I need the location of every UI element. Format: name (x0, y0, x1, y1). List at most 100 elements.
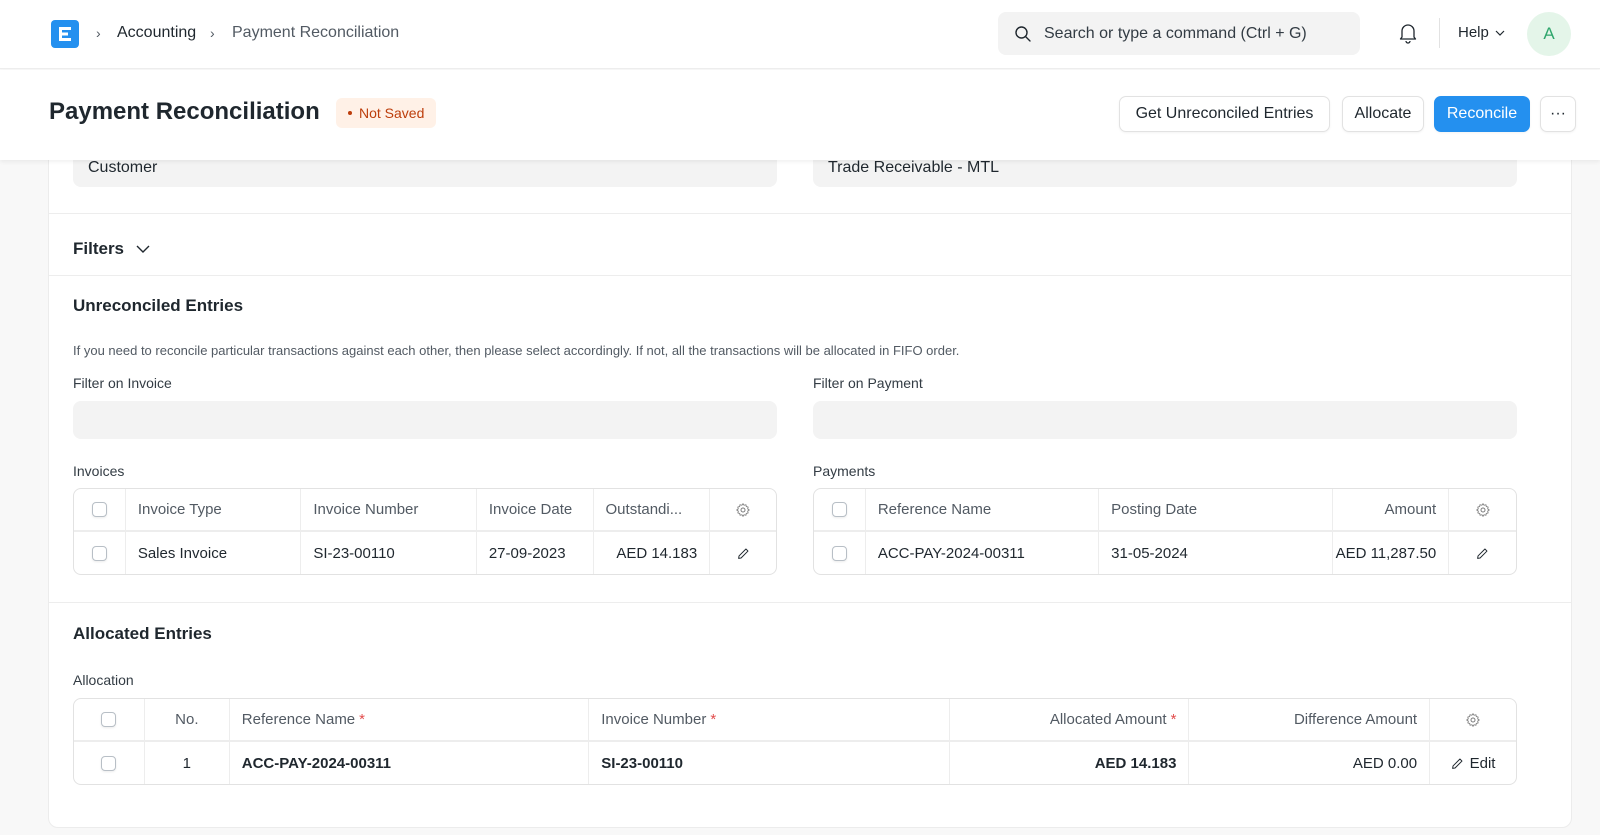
reference-name-cell[interactable]: ACC-PAY-2024-00311 (866, 532, 1100, 574)
awesomebar-search[interactable]: Search or type a command (Ctrl + G) (998, 12, 1360, 55)
required-marker: * (359, 711, 365, 728)
allocation-table: No. Reference Name * Invoice Number * Allo… (73, 698, 1517, 785)
status-text: Not Saved (359, 105, 425, 121)
column-header-label: Invoice Number (601, 711, 707, 728)
allocation-label: Allocation (73, 672, 134, 688)
filter-on-payment-input[interactable] (813, 401, 1517, 439)
filters-section-toggle[interactable]: Filters (73, 239, 150, 259)
table-row[interactable]: ACC-PAY-2024-00311 31-05-2024 AED 11,287… (814, 532, 1516, 574)
chevron-down-icon (1495, 30, 1505, 36)
gear-icon[interactable] (1475, 502, 1491, 518)
column-header[interactable]: Reference Name (866, 489, 1100, 530)
select-all-checkbox[interactable] (831, 502, 847, 517)
filter-on-invoice-input[interactable] (73, 401, 777, 439)
invoice-number-cell[interactable]: SI-23-00110 (301, 532, 477, 574)
invoice-date-cell[interactable]: 27-09-2023 (477, 532, 594, 574)
table-row[interactable]: Sales Invoice SI-23-00110 27-09-2023 AED… (74, 532, 776, 574)
status-dot-icon (348, 111, 352, 115)
difference-amount-cell[interactable]: AED 0.00 (1189, 742, 1431, 784)
notifications-button[interactable] (1398, 22, 1418, 47)
invoice-type-cell[interactable]: Sales Invoice (126, 532, 302, 574)
allocated-entries-title: Allocated Entries (73, 624, 212, 643)
column-settings-cell (710, 489, 776, 530)
row-number-cell: 1 (145, 742, 230, 784)
pencil-icon (1451, 758, 1463, 769)
column-header[interactable]: Invoice Number (301, 489, 477, 530)
invoice-number-cell[interactable]: SI-23-00110 (589, 742, 950, 784)
page-head: Payment Reconciliation Not Saved Get Unr… (0, 70, 1600, 160)
select-all-cell (74, 699, 145, 740)
help-label: Help (1458, 24, 1489, 41)
amount-cell[interactable]: AED 11,287.50 (1333, 532, 1450, 574)
navbar-divider (1439, 18, 1440, 48)
filter-on-payment-label: Filter on Payment (813, 375, 923, 391)
pencil-icon[interactable] (737, 547, 750, 560)
row-select-cell (74, 532, 126, 574)
row-select-cell (74, 742, 145, 784)
search-placeholder: Search or type a command (Ctrl + G) (1044, 24, 1307, 42)
row-edit-cell (1449, 532, 1516, 574)
reconcile-button[interactable]: Reconcile (1434, 96, 1530, 132)
pencil-icon[interactable] (1476, 547, 1489, 560)
required-marker: * (710, 711, 717, 728)
column-header[interactable]: Amount (1333, 489, 1450, 530)
table-header-row: Invoice Type Invoice Number Invoice Date… (74, 489, 776, 532)
table-header-row: Reference Name Posting Date Amount (814, 489, 1516, 532)
column-header[interactable]: Invoice Type (126, 489, 302, 530)
breadcrumb-accounting[interactable]: Accounting (117, 24, 196, 42)
column-header[interactable]: Posting Date (1099, 489, 1333, 530)
select-all-checkbox[interactable] (101, 712, 117, 727)
column-header-label: Allocated Amount (1049, 711, 1167, 728)
select-all-checkbox[interactable] (91, 502, 107, 517)
gear-icon[interactable] (1465, 712, 1481, 728)
user-avatar[interactable]: A (1527, 12, 1571, 56)
column-header[interactable]: Invoice Number * (589, 699, 950, 740)
get-unreconciled-entries-button[interactable]: Get Unreconciled Entries (1119, 96, 1330, 132)
chevron-down-icon (136, 245, 150, 253)
column-header[interactable]: No. (145, 699, 230, 740)
allocated-amount-cell[interactable]: AED 14.183 (950, 742, 1190, 784)
column-header[interactable]: Invoice Date (477, 489, 594, 530)
column-header-label: Reference Name (241, 711, 356, 728)
invoices-table: Invoice Type Invoice Number Invoice Date… (73, 488, 777, 575)
unreconciled-help-text: If you need to reconcile particular tran… (73, 343, 960, 358)
row-select-cell (814, 532, 866, 574)
gear-icon[interactable] (735, 502, 751, 518)
search-icon (1015, 25, 1031, 42)
invoices-label: Invoices (73, 463, 125, 479)
row-checkbox[interactable] (831, 545, 847, 561)
erpnext-logo-icon (59, 27, 72, 41)
column-settings-cell (1430, 699, 1516, 740)
row-checkbox[interactable] (101, 755, 117, 771)
posting-date-cell[interactable]: 31-05-2024 (1099, 532, 1333, 574)
row-edit-cell (710, 532, 776, 574)
section-divider (49, 602, 1571, 603)
top-navbar: › Accounting › Payment Reconciliation Se… (0, 0, 1600, 69)
column-header[interactable]: Outstandi... (594, 489, 711, 530)
section-divider (49, 213, 1571, 214)
help-dropdown[interactable]: Help (1458, 24, 1505, 41)
row-checkbox[interactable] (91, 545, 107, 561)
bell-icon (1399, 24, 1417, 44)
column-header[interactable]: Allocated Amount * (950, 699, 1190, 740)
payments-label: Payments (813, 463, 876, 479)
reference-name-cell[interactable]: ACC-PAY-2024-00311 (230, 742, 590, 784)
outstanding-amount-cell[interactable]: AED 14.183 (594, 532, 711, 574)
column-header[interactable]: Difference Amount (1189, 699, 1431, 740)
required-marker: * (1170, 711, 1177, 728)
page-title: Payment Reconciliation (49, 98, 320, 125)
allocate-button[interactable]: Allocate (1342, 96, 1424, 132)
table-row[interactable]: 1 ACC-PAY-2024-00311 SI-23-00110 AED 14.… (74, 742, 1516, 784)
ellipsis-icon: ··· (1550, 105, 1566, 122)
payments-table: Reference Name Posting Date Amount ACC-P… (813, 488, 1517, 575)
row-edit-button[interactable]: Edit (1451, 755, 1495, 772)
unreconciled-entries-title: Unreconciled Entries (73, 296, 244, 315)
breadcrumb-payment-reconciliation[interactable]: Payment Reconciliation (232, 24, 399, 42)
more-actions-button[interactable]: ··· (1540, 96, 1576, 132)
app-logo[interactable] (51, 20, 79, 48)
breadcrumb-separator-icon: › (210, 25, 215, 41)
section-divider (49, 275, 1571, 276)
breadcrumb-separator-icon: › (96, 25, 101, 41)
table-header-row: No. Reference Name * Invoice Number * Allo… (74, 699, 1516, 742)
column-header[interactable]: Reference Name * (230, 699, 590, 740)
